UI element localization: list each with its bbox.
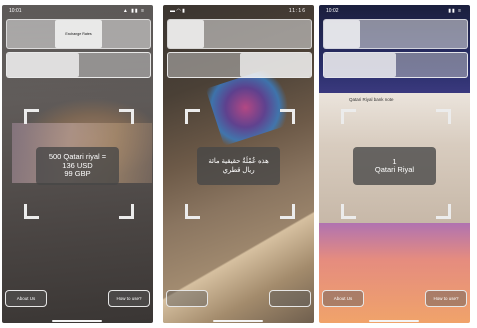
tab-3[interactable] <box>396 20 432 48</box>
scan-corner-icon <box>185 109 200 124</box>
result-line: 99 GBP <box>64 169 91 179</box>
tab-currency-detector[interactable] <box>7 20 55 48</box>
scan-corner-icon <box>24 204 39 219</box>
signal-icon: ▲ ▮▮ ≡ <box>122 8 145 14</box>
segmented-control <box>323 52 468 78</box>
segment-left[interactable] <box>168 53 240 77</box>
tab-exchange-rates[interactable]: Exchange Rates <box>54 20 103 48</box>
result-line: Qatari Riyal <box>374 165 415 174</box>
segmented-control <box>6 52 151 78</box>
tab-2[interactable] <box>360 20 396 48</box>
status-bar: ▬ ◠ ▮ 11:16 <box>163 5 314 17</box>
mode-tabs: Exchange Rates <box>6 19 151 49</box>
detection-result: 1 Qatari Riyal <box>353 147 436 185</box>
home-indicator[interactable] <box>213 320 263 322</box>
tab-2[interactable] <box>204 20 240 48</box>
scan-corner-icon <box>280 109 295 124</box>
status-time: 10:02 <box>326 8 339 14</box>
segment-left[interactable] <box>324 53 396 77</box>
status-time: 11:16 <box>288 8 306 14</box>
scan-corner-icon <box>436 204 451 219</box>
home-indicator[interactable] <box>52 320 102 322</box>
mode-tabs <box>167 19 312 49</box>
scan-corner-icon <box>280 204 295 219</box>
phone-screen-1: 10:01 ▲ ▮▮ ≡ Exchange Rates 500 Qatari r… <box>2 5 153 323</box>
segment-left[interactable] <box>7 53 79 77</box>
how-to-use-button[interactable]: How to use? <box>425 290 467 307</box>
result-line: ريال قطري <box>222 167 255 174</box>
status-time: 10:01 <box>9 8 22 14</box>
mode-tabs <box>323 19 468 49</box>
scan-corner-icon <box>185 204 200 219</box>
phone-screen-2: ▬ ◠ ▮ 11:16 هذه عُمْلَةٌ حقيقية مائة ريا… <box>163 5 314 323</box>
tab-1[interactable] <box>324 20 360 48</box>
tab-4[interactable] <box>275 20 311 48</box>
status-bar: 10:02 ▮▮ ≡ <box>319 5 470 17</box>
scan-corner-icon <box>436 109 451 124</box>
tab-3[interactable] <box>240 20 276 48</box>
scan-corner-icon <box>119 204 134 219</box>
about-us-button[interactable]: About Us <box>322 290 364 307</box>
phone-screen-3: Qatari Riyal bank note 10:02 ▮▮ ≡ 1 Qata… <box>319 5 470 323</box>
detection-result: 500 Qatari riyal = 136 USD 99 GBP <box>36 147 119 185</box>
banknote-caption: Qatari Riyal bank note <box>349 97 394 102</box>
result-line: هذه عُمْلَةٌ حقيقية مائة <box>208 158 269 165</box>
signal-icon: ▬ ◠ ▮ <box>170 8 185 14</box>
detection-result: هذه عُمْلَةٌ حقيقية مائة ريال قطري <box>197 147 280 185</box>
tab-4[interactable] <box>431 20 467 48</box>
status-bar: 10:01 ▲ ▮▮ ≡ <box>2 5 153 17</box>
left-button[interactable] <box>166 290 208 307</box>
signal-icon: ▮▮ ≡ <box>448 8 462 14</box>
segment-right[interactable] <box>239 53 311 77</box>
scan-corner-icon <box>341 109 356 124</box>
tab-1[interactable] <box>168 20 204 48</box>
right-button[interactable] <box>269 290 311 307</box>
segmented-control <box>167 52 312 78</box>
how-to-use-button[interactable]: How to use? <box>108 290 150 307</box>
scan-corner-icon <box>341 204 356 219</box>
segment-right[interactable] <box>79 53 151 77</box>
about-us-button[interactable]: About Us <box>5 290 47 307</box>
scan-corner-icon <box>119 109 134 124</box>
scan-corner-icon <box>24 109 39 124</box>
tab-third[interactable] <box>102 20 150 48</box>
segment-right[interactable] <box>396 53 468 77</box>
home-indicator[interactable] <box>369 320 419 322</box>
